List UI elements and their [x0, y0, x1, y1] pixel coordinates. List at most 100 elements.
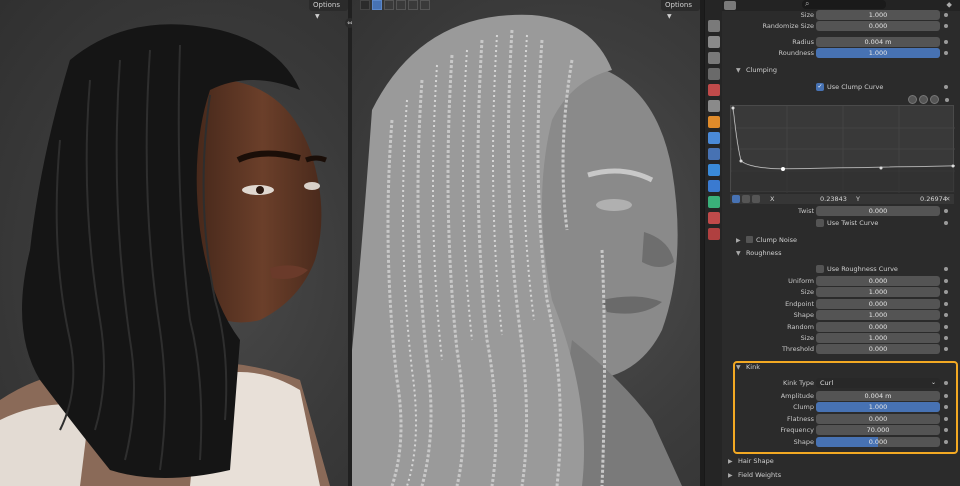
select-box-subtract-icon[interactable] — [396, 0, 406, 10]
scene-tab-icon[interactable] — [707, 84, 720, 96]
use-clump-curve-label: Use Clump Curve — [827, 83, 884, 91]
delete-point-icon[interactable]: ✕ — [945, 194, 950, 204]
radius-field[interactable]: 0.004 m — [816, 37, 940, 47]
curve-y-label: Y — [856, 195, 860, 203]
use-clump-curve-checkbox[interactable]: ✓ Use Clump Curve — [816, 82, 940, 92]
roughness-uniform-row: Uniform 0.000 — [722, 276, 960, 286]
roughness-endpoint-field[interactable]: 0.000 — [816, 299, 940, 309]
roughness-size-field[interactable]: 1.000 — [816, 287, 940, 297]
keyframe-dot-icon[interactable] — [944, 347, 948, 351]
roughness-panel-header[interactable]: ▼ Roughness — [736, 247, 958, 259]
keyframe-dot-icon[interactable] — [944, 85, 948, 89]
editor-type-icon[interactable] — [724, 1, 736, 10]
keyframe-dot-icon[interactable] — [944, 40, 948, 44]
curve-graph — [731, 106, 956, 193]
zoom-out-icon[interactable] — [919, 95, 928, 104]
pin-icon[interactable]: ⬥ — [946, 0, 952, 10]
handle-vector-icon[interactable] — [742, 195, 750, 203]
keyframe-dot-icon[interactable] — [944, 313, 948, 317]
modifier-tab-icon[interactable] — [707, 132, 720, 144]
chevron-down-icon: ▼ — [736, 67, 741, 74]
keyframe-dot-icon[interactable] — [944, 13, 948, 17]
keyframe-dot-icon[interactable] — [944, 24, 948, 28]
search-input[interactable]: ⌕ — [802, 0, 886, 9]
keyframe-dot-icon[interactable] — [944, 51, 948, 55]
cursor-tool-icon[interactable] — [360, 0, 370, 10]
output-tab-icon[interactable] — [707, 52, 720, 64]
clump-curve-editor[interactable] — [730, 105, 956, 193]
keyframe-dot-icon[interactable] — [944, 290, 948, 294]
keyframe-dot-icon[interactable] — [944, 325, 948, 329]
keyframe-dot-icon[interactable] — [944, 381, 948, 385]
render-viewport[interactable]: Options ▼ — [0, 0, 348, 486]
roughness-random-size-field[interactable]: 1.000 — [816, 333, 940, 343]
keyframe-dot-icon[interactable] — [944, 221, 948, 225]
material-tab-icon[interactable] — [707, 212, 720, 224]
curve-x-value[interactable]: 0.23843 — [820, 194, 847, 204]
world-tab-icon[interactable] — [707, 100, 720, 112]
use-roughness-curve-checkbox[interactable]: Use Roughness Curve — [816, 264, 940, 274]
roughness-uniform-field[interactable]: 0.000 — [816, 276, 940, 286]
kink-clump-field[interactable]: 1.000 — [816, 402, 940, 412]
keyframe-dot-icon[interactable] — [944, 405, 948, 409]
field-weights-panel-header[interactable]: ▶ Field Weights — [728, 469, 950, 481]
select-box-invert-icon[interactable] — [408, 0, 418, 10]
render-tab-icon[interactable] — [707, 36, 720, 48]
keyframe-dot-icon[interactable] — [944, 428, 948, 432]
keyframe-dot-icon[interactable] — [944, 394, 948, 398]
options-dropdown[interactable]: Options ▼ — [309, 0, 348, 20]
kink-flatness-field[interactable]: 0.000 — [816, 414, 940, 424]
roundness-field[interactable]: 1.000 — [816, 48, 940, 58]
curve-x-label: X — [770, 195, 775, 203]
view-layer-tab-icon[interactable] — [707, 68, 720, 80]
clumping-panel-header[interactable]: ▼ Clumping — [736, 64, 958, 76]
keyframe-dot-icon[interactable] — [944, 302, 948, 306]
sculpt-viewport[interactable]: Options ▼ — [352, 0, 700, 486]
twist-field[interactable]: 0.000 — [816, 206, 940, 216]
particles-tab-icon[interactable] — [707, 148, 720, 160]
roughness-threshold-field[interactable]: 0.000 — [816, 344, 940, 354]
select-box-extend-icon[interactable] — [384, 0, 394, 10]
curve-options-icon[interactable] — [930, 95, 939, 104]
roughness-endpoint-row: Endpoint 0.000 — [722, 299, 960, 309]
object-tab-icon[interactable] — [707, 116, 720, 128]
sculpt-model — [352, 14, 682, 486]
physics-tab-icon[interactable] — [707, 164, 720, 176]
keyframe-dot-icon[interactable] — [944, 417, 948, 421]
handle-auto-icon[interactable] — [732, 195, 740, 203]
handle-clamped-icon[interactable] — [752, 195, 760, 203]
use-twist-curve-checkbox[interactable]: Use Twist Curve — [816, 218, 940, 228]
select-box-new-icon[interactable] — [372, 0, 382, 10]
options-dropdown[interactable]: Options ▼ — [661, 0, 700, 20]
roughness-random-field[interactable]: 0.000 — [816, 322, 940, 332]
kink-amplitude-field[interactable]: 0.004 m — [816, 391, 940, 401]
keyframe-dot-icon[interactable] — [944, 336, 948, 340]
clump-noise-panel-header[interactable]: ▶ Clump Noise — [736, 234, 958, 246]
keyframe-dot-icon[interactable] — [944, 267, 948, 271]
checkbox-empty-icon[interactable] — [746, 236, 753, 243]
zoom-in-icon[interactable] — [908, 95, 917, 104]
kink-panel-header[interactable]: ▼ Kink — [736, 361, 958, 373]
kink-frequency-field[interactable]: 70.000 — [816, 425, 940, 435]
curve-y-value[interactable]: 0.26974 — [920, 194, 947, 204]
size-field[interactable]: 1.000 — [816, 10, 940, 20]
select-box-intersect-icon[interactable] — [420, 0, 430, 10]
hair-shape-panel-header[interactable]: ▶ Hair Shape — [728, 455, 950, 467]
roughness-shape-field[interactable]: 1.000 — [816, 310, 940, 320]
more-icon[interactable] — [945, 98, 949, 102]
twist-row: Twist 0.000 — [722, 206, 960, 216]
kink-type-dropdown[interactable]: Curl ⌄ — [816, 378, 940, 388]
tool-tab-icon[interactable] — [707, 20, 720, 32]
constraints-tab-icon[interactable] — [707, 180, 720, 192]
keyframe-dot-icon[interactable] — [944, 209, 948, 213]
use-twist-curve-label: Use Twist Curve — [827, 219, 879, 227]
texture-tab-icon[interactable] — [707, 228, 720, 240]
randomize-size-field[interactable]: 0.000 — [816, 21, 940, 31]
keyframe-dot-icon[interactable] — [944, 440, 948, 444]
keyframe-dot-icon[interactable] — [944, 279, 948, 283]
clumping-title: Clumping — [746, 66, 777, 74]
kink-shape-field[interactable]: 0.000 — [816, 437, 940, 447]
kink-amplitude-row: Amplitude 0.004 m — [722, 391, 960, 401]
roughness-shape-label: Shape — [793, 311, 814, 319]
data-tab-icon[interactable] — [707, 196, 720, 208]
